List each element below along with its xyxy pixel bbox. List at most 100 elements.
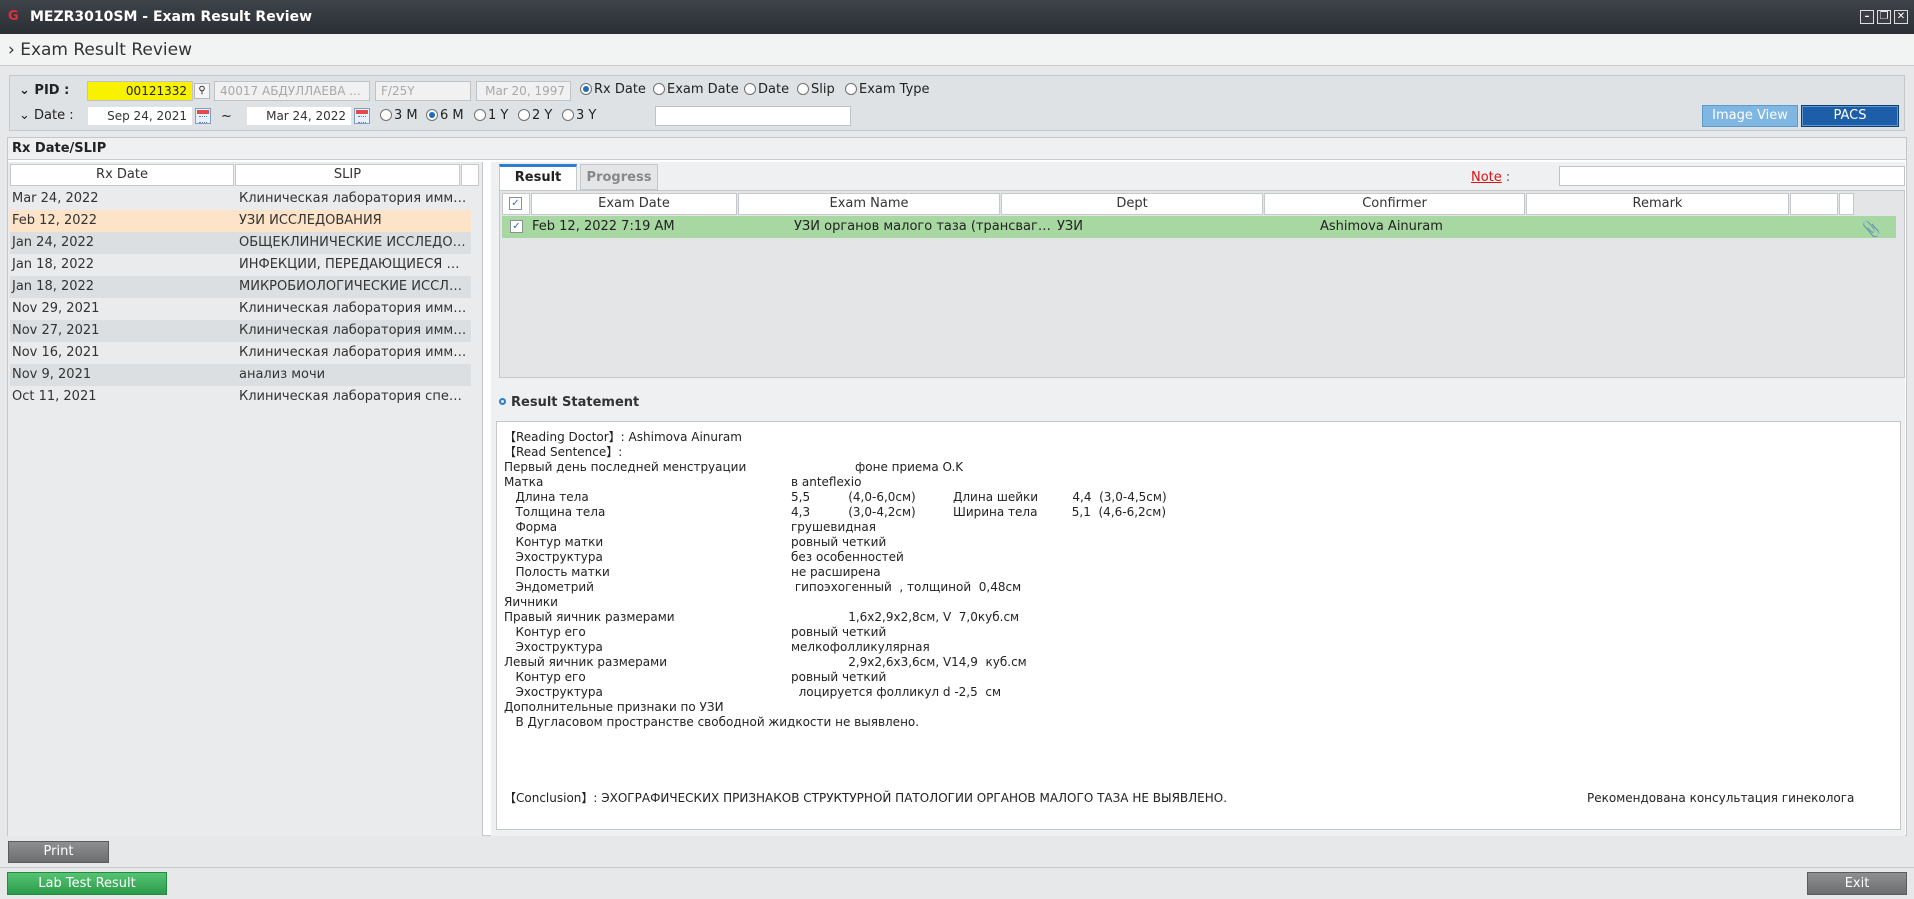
radio-selected-icon	[580, 83, 592, 95]
calendar-icon[interactable]	[354, 108, 370, 124]
list-item[interactable]: Nov 9, 2021 анализ мочи	[10, 364, 471, 386]
result-panel: Result Progress Note : ✓ Exam Date Exam …	[491, 162, 1905, 836]
main-panel: Rx Date/SLIP Rx Date SLIP Mar 24, 2022 Кл…	[7, 137, 1907, 836]
sort-radio-exam-type[interactable]: Exam Type	[845, 82, 930, 97]
birth-date-field: Mar 20, 1997	[476, 81, 571, 101]
lab-test-result-button[interactable]: Lab Test Result	[7, 872, 167, 895]
radio-icon	[474, 109, 486, 121]
statement-label: Форма	[504, 520, 558, 534]
period-radio-3y[interactable]: 3 Y	[562, 108, 596, 123]
sort-radio-rx-date[interactable]: Rx Date	[580, 82, 646, 97]
list-item[interactable]: Jan 18, 2022МИКРОБИОЛОГИЧЕСКИЕ ИССЛЕДОВА…	[10, 276, 471, 298]
list-item[interactable]: Oct 11, 2021 Клиническая лаборатория спец…	[10, 386, 471, 408]
date-from-input[interactable]: Sep 24, 2021	[87, 106, 193, 126]
statement-label: Правый яичник размерами	[504, 610, 675, 624]
row-checkbox[interactable]: ✓	[510, 220, 523, 233]
sort-radio-exam-date[interactable]: Exam Date	[653, 82, 739, 97]
radio-selected-icon	[426, 109, 438, 121]
statement-value: мелкофолликулярная	[791, 640, 930, 654]
list-item[interactable]: Jan 24, 2022ОБЩЕКЛИНИЧЕСКИЕ ИССЛЕДОВАНИЯ	[10, 232, 471, 254]
result-statement-text: 【Reading Doctor】: Ashimova Ainuram 【Read…	[496, 421, 1901, 830]
table-row[interactable]: ✓ Feb 12, 2022 7:19 AM УЗИ органов малог…	[502, 216, 1896, 238]
cell-dept: УЗИ	[1057, 219, 1083, 234]
sort-radio-slip[interactable]: Slip	[797, 82, 835, 97]
column-header-exam-date[interactable]: Exam Date	[531, 193, 737, 215]
column-header-rx-date[interactable]: Rx Date	[10, 164, 234, 186]
column-header-remark[interactable]: Remark	[1526, 193, 1789, 215]
recommendation: Рекомендована консультация гинеколога	[1587, 791, 1855, 805]
maximize-button[interactable]: ❐	[1877, 10, 1891, 24]
radio-icon	[380, 109, 392, 121]
statement-label: Яичники	[504, 595, 558, 609]
sex-age-field: F/25Y	[375, 81, 471, 101]
statement-extra: Ширина тела 5,1 (4,6-6,2см)	[953, 505, 1167, 519]
statement-label: Первый день последней менструации	[504, 460, 747, 474]
chevron-down-icon: ⌄	[19, 83, 35, 98]
period-radio-1y[interactable]: 1 Y	[474, 108, 508, 123]
radio-icon	[845, 83, 857, 95]
note-label: Note	[1471, 170, 1502, 185]
app-logo: G	[8, 9, 19, 24]
column-header-confirmer[interactable]: Confirmer	[1264, 193, 1525, 215]
window-titlebar: G MEZR3010SM - Exam Result Review – ❐ ✕	[0, 0, 1914, 34]
statement-label: Контур его	[504, 625, 586, 639]
window-title: MEZR3010SM - Exam Result Review	[30, 9, 313, 25]
statement-value: фоне приема O.K	[855, 460, 964, 474]
statement-label: Полость матки	[504, 565, 610, 579]
statement-label: Матка	[504, 475, 544, 489]
statement-value: грушевидная	[791, 520, 876, 534]
tab-progress[interactable]: Progress	[580, 164, 658, 190]
list-item[interactable]: Mar 24, 2022 Клиническая лаборатория имму…	[10, 188, 471, 210]
column-header-dept[interactable]: Dept	[1001, 193, 1263, 215]
period-radio-6m[interactable]: 6 M	[426, 108, 464, 123]
read-sentence: 【Read Sentence】:	[504, 445, 623, 459]
image-view-button[interactable]: Image View	[1702, 105, 1798, 127]
sort-radio-date[interactable]: Date	[744, 82, 789, 97]
checkbox-checked-icon[interactable]: ✓	[509, 197, 522, 210]
reading-doctor: 【Reading Doctor】: Ashimova Ainuram	[504, 430, 742, 444]
column-header-slip[interactable]: SLIP	[235, 164, 460, 186]
tab-result[interactable]: Result	[499, 164, 577, 190]
date-to-input[interactable]: Mar 24, 2022	[246, 106, 352, 126]
list-item-selected[interactable]: Feb 12, 2022 УЗИ ИССЛЕДОВАНИЯ	[10, 210, 471, 232]
note-input[interactable]	[1559, 166, 1905, 186]
pacs-button[interactable]: PACS	[1801, 105, 1899, 127]
cell-exam-name: УЗИ органов малого таза (трансвагинально…	[794, 219, 1052, 234]
calendar-icon[interactable]	[195, 108, 211, 124]
statement-value: лоцируется фолликул d -2,5 см	[791, 685, 1002, 699]
statement-label: Контур его	[504, 670, 586, 684]
list-item[interactable]: Jan 18, 2022ИНФЕКЦИИ, ПЕРЕДАЮЩИЕСЯ ПОЛОВ…	[10, 254, 471, 276]
chevron-down-icon: ⌄	[19, 108, 35, 123]
column-header-exam-name[interactable]: Exam Name	[738, 193, 1000, 215]
period-radio-3m[interactable]: 3 M	[380, 108, 418, 123]
date-label: ⌄ Date :	[19, 108, 74, 123]
print-button[interactable]: Print	[8, 841, 109, 863]
close-button[interactable]: ✕	[1894, 10, 1908, 24]
statement-label: Эхоструктура	[504, 685, 603, 699]
rx-slip-list: Rx Date SLIP Mar 24, 2022 Клиническая лаб…	[8, 162, 483, 836]
statement-value: ровный четкий	[791, 670, 887, 684]
select-all-header[interactable]: ✓	[502, 193, 530, 215]
exit-button[interactable]: Exit	[1807, 872, 1907, 895]
column-header-spacer	[1839, 193, 1854, 215]
cell-confirmer: Ashimova Ainuram	[1320, 219, 1443, 234]
statement-value: 1,6х2,9х2,8см, V 7,0куб.см	[791, 610, 1020, 624]
period-radio-2y[interactable]: 2 Y	[518, 108, 552, 123]
list-item[interactable]: Nov 27, 2021 Клиническая лаборатория имму…	[10, 320, 471, 342]
list-item[interactable]: Nov 16, 2021 Клиническая лаборатория имму…	[10, 342, 471, 364]
pid-input[interactable]: 00121332	[87, 81, 193, 101]
search-icon[interactable]: ⚲	[194, 83, 210, 99]
result-statement-header: Result Statement	[499, 395, 639, 410]
list-item[interactable]: Nov 29, 2021 Клиническая лаборатория имму…	[10, 298, 471, 320]
minimize-button[interactable]: –	[1860, 10, 1874, 24]
radio-icon	[744, 83, 756, 95]
note-label-wrap: Note :	[1471, 170, 1510, 185]
section-title: Rx Date/SLIP	[8, 138, 1906, 160]
date-range-separator: ~	[221, 109, 232, 124]
paperclip-icon[interactable]: 📎	[1862, 218, 1881, 240]
statement-label: Эхоструктура	[504, 640, 603, 654]
statement-label: Левый яичник размерами	[504, 655, 667, 669]
extra-filter-input[interactable]	[655, 106, 851, 126]
statement-label: Эхоструктура	[504, 550, 603, 564]
statement-label: Эндометрий	[504, 580, 594, 594]
